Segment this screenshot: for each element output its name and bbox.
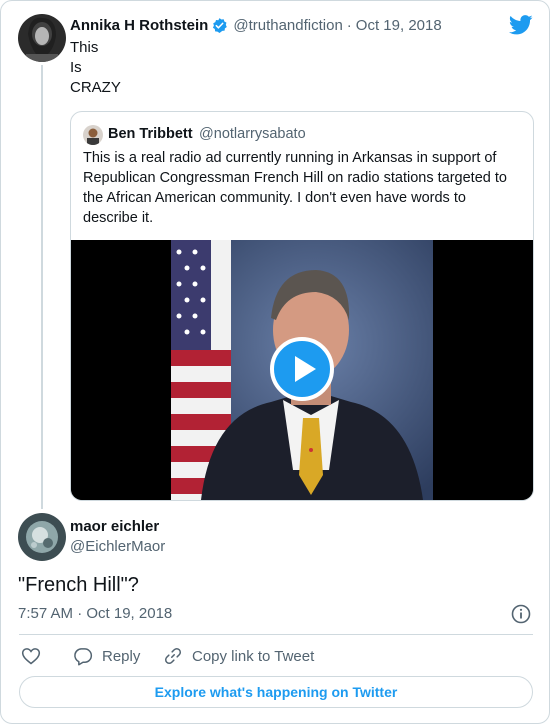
tweet-text-line-1: This xyxy=(70,39,99,56)
author-avatar[interactable] xyxy=(18,14,66,62)
twitter-bird-icon[interactable] xyxy=(508,15,533,40)
quoted-author-name: Ben Tribbett xyxy=(108,126,193,142)
actions-divider xyxy=(19,634,533,635)
link-icon xyxy=(163,646,183,666)
quoted-tweet[interactable]: Ben Tribbett @notlarrysabato This is a r… xyxy=(70,111,534,501)
thread-connector-line xyxy=(41,65,43,509)
copy-link-button[interactable]: Copy link to Tweet xyxy=(163,646,314,666)
like-button[interactable] xyxy=(21,646,41,666)
tweet-date[interactable]: Oct 19, 2018 xyxy=(356,17,442,34)
play-icon[interactable] xyxy=(270,337,334,401)
author-name[interactable]: Annika H Rothstein xyxy=(70,17,208,34)
video-thumbnail[interactable] xyxy=(71,240,533,500)
quoted-author-avatar xyxy=(83,125,103,145)
reply-author-avatar[interactable] xyxy=(18,513,66,561)
quoted-author-handle: @notlarrysabato xyxy=(199,126,306,142)
reply-author-name[interactable]: maor eichler xyxy=(70,518,159,535)
reply-bubble-icon xyxy=(73,646,93,666)
tweet-text-line-2: Is xyxy=(70,59,82,76)
tweet-text-line-3: CRAZY xyxy=(70,79,121,96)
author-handle[interactable]: @truthandfiction xyxy=(233,17,342,34)
verified-badge-icon xyxy=(211,17,228,34)
quoted-tweet-text: This is a real radio ad currently runnin… xyxy=(83,150,507,226)
explore-twitter-button[interactable]: Explore what's happening on Twitter xyxy=(19,676,533,708)
reply-timestamp[interactable]: 7:57 AM · Oct 19, 2018 xyxy=(18,605,172,622)
tweet-embed-card: Annika H Rothstein @truthandfiction · Oc… xyxy=(0,0,550,724)
info-icon[interactable] xyxy=(511,604,531,629)
reply-author-handle[interactable]: @EichlerMaor xyxy=(70,538,165,555)
reply-button[interactable]: Reply xyxy=(73,646,140,666)
meta-separator: · xyxy=(346,17,352,34)
copy-link-label: Copy link to Tweet xyxy=(192,647,315,665)
reply-label: Reply xyxy=(102,647,141,665)
reply-text: "French Hill"? xyxy=(18,574,139,596)
explore-label: Explore what's happening on Twitter xyxy=(154,684,398,700)
heart-icon xyxy=(21,646,41,666)
